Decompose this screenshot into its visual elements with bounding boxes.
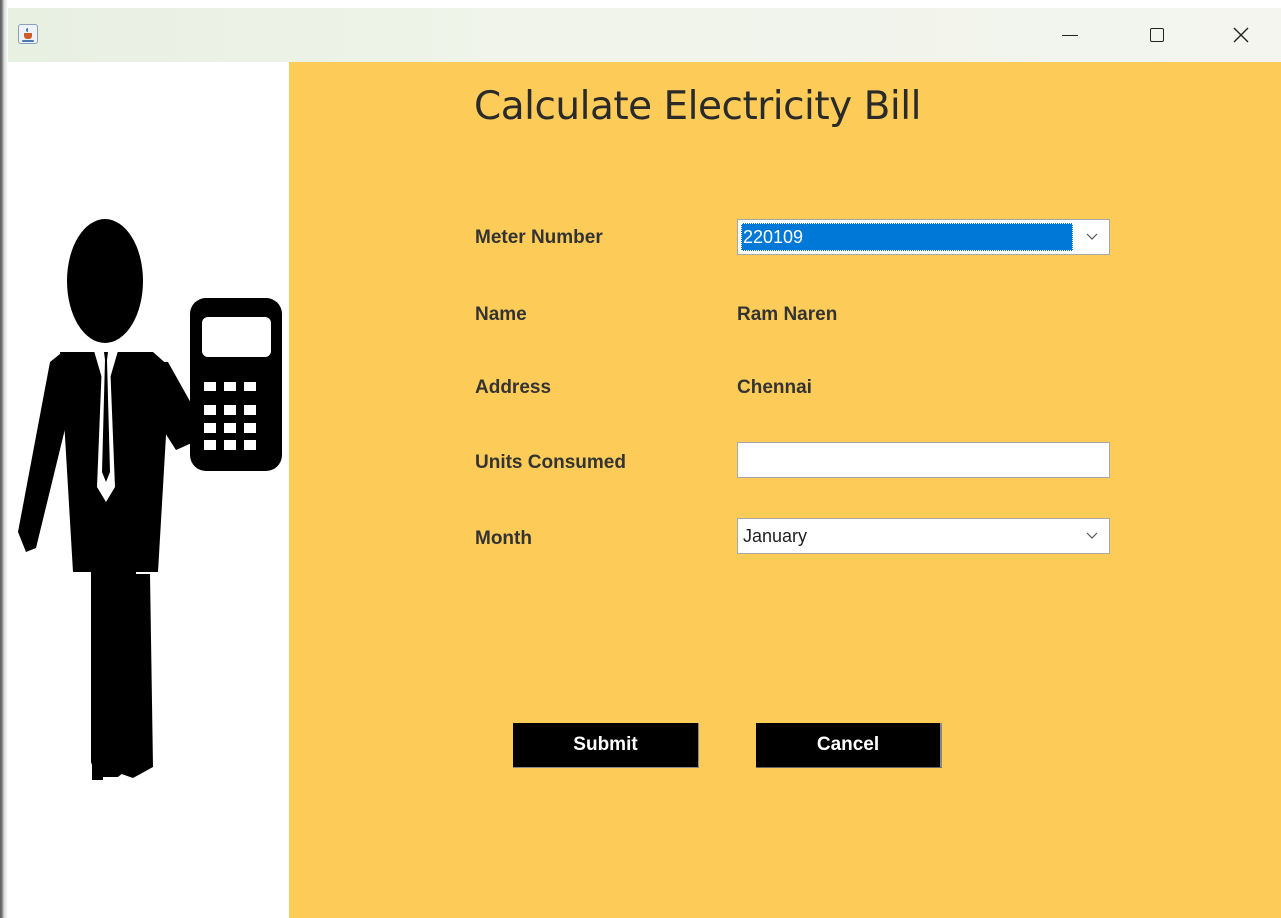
bill-form-panel: Calculate Electricity Bill Meter Number … bbox=[289, 62, 1281, 918]
name-value: Ram Naren bbox=[737, 304, 838, 325]
title-bar[interactable] bbox=[8, 8, 1281, 62]
chevron-down-icon[interactable] bbox=[1075, 220, 1109, 254]
meter-number-selected-value: 220109 bbox=[741, 223, 1073, 251]
units-consumed-input[interactable] bbox=[737, 442, 1110, 478]
close-button[interactable] bbox=[1213, 8, 1269, 62]
minimize-icon bbox=[1062, 34, 1078, 36]
chevron-down-icon[interactable] bbox=[1075, 519, 1109, 553]
address-label: Address bbox=[475, 377, 552, 398]
java-cup-icon[interactable] bbox=[18, 24, 38, 44]
close-icon bbox=[1233, 27, 1249, 43]
name-label: Name bbox=[475, 304, 527, 325]
address-value: Chennai bbox=[737, 377, 812, 398]
month-label: Month bbox=[475, 528, 532, 549]
units-consumed-label: Units Consumed bbox=[475, 452, 626, 473]
page-title: Calculate Electricity Bill bbox=[474, 84, 921, 129]
minimize-button[interactable] bbox=[1042, 8, 1098, 62]
illustration-panel bbox=[8, 62, 289, 918]
bill-window: Calculate Electricity Bill Meter Number … bbox=[8, 8, 1281, 918]
meter-number-label: Meter Number bbox=[475, 227, 603, 248]
submit-button[interactable]: Submit bbox=[513, 723, 699, 768]
cancel-button[interactable]: Cancel bbox=[756, 723, 942, 768]
month-select[interactable]: January bbox=[737, 518, 1110, 554]
maximize-icon bbox=[1150, 28, 1164, 42]
window-shadow-edge bbox=[0, 0, 8, 918]
businessman-with-calculator-illustration bbox=[18, 219, 282, 780]
maximize-button[interactable] bbox=[1129, 8, 1185, 62]
month-selected-value: January bbox=[743, 526, 808, 546]
meter-number-select[interactable]: 220109 bbox=[737, 219, 1110, 255]
